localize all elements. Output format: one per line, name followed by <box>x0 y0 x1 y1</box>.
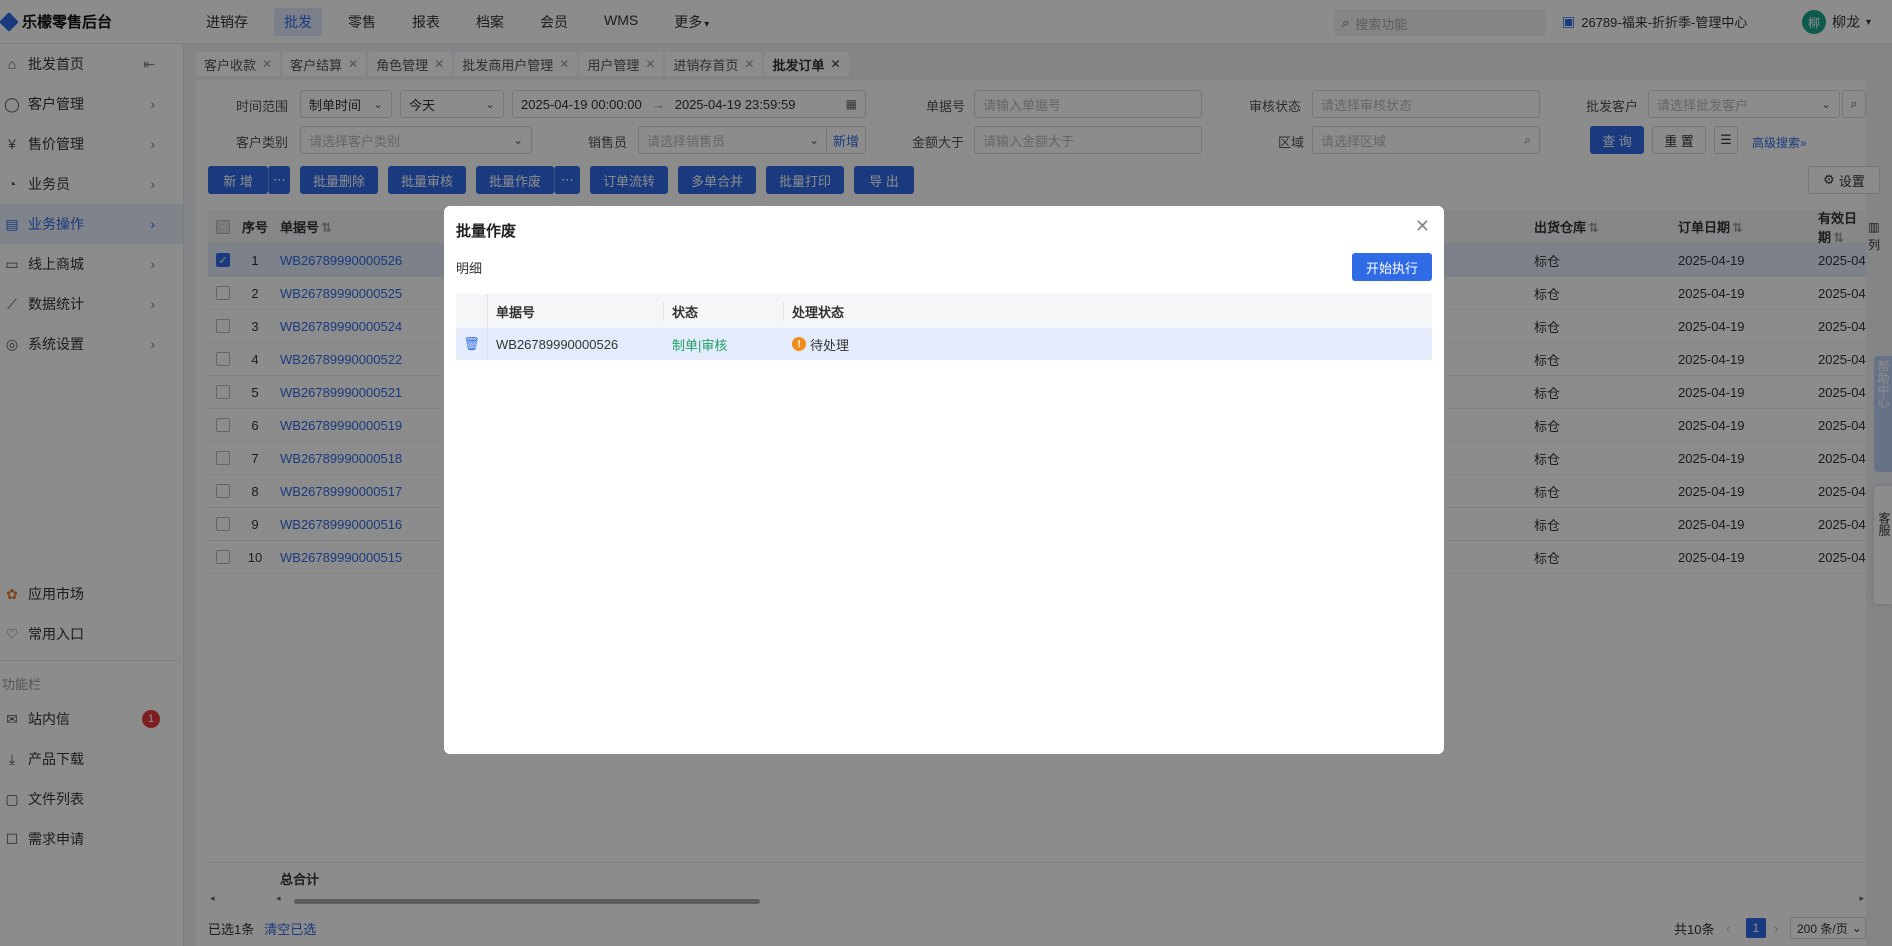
dialog-title: 批量作废 <box>456 223 517 240</box>
col-delete <box>456 294 488 328</box>
row-process-status: 待处理 <box>810 337 850 353</box>
row-status: 制单|审核 <box>672 337 728 353</box>
start-execute-button[interactable]: 开始执行 <box>1352 253 1432 281</box>
dialog-table-header: 单据号 状态 处理状态 <box>456 294 1432 328</box>
col-process-status: 处理状态 <box>792 304 845 320</box>
dialog-subtitle: 明细 <box>456 261 483 276</box>
warning-icon: ! <box>792 337 806 351</box>
table-row: 🗑︎ WB26789990000526 制单|审核 ! 待处理 <box>456 328 1432 360</box>
batch-void-dialog: 批量作废 ✕ 明细 开始执行 单据号 状态 处理状态 🗑︎ WB26789990… <box>444 206 1444 754</box>
dialog-detail-table: 单据号 状态 处理状态 🗑︎ WB26789990000526 制单|审核 ! 待… <box>456 294 1432 360</box>
col-order-no: 单据号 <box>488 301 664 321</box>
close-icon[interactable]: ✕ <box>1415 216 1430 237</box>
trash-icon[interactable]: 🗑︎ <box>463 336 480 352</box>
col-status: 状态 <box>664 301 784 321</box>
row-order-no: WB26789990000526 <box>496 336 619 352</box>
